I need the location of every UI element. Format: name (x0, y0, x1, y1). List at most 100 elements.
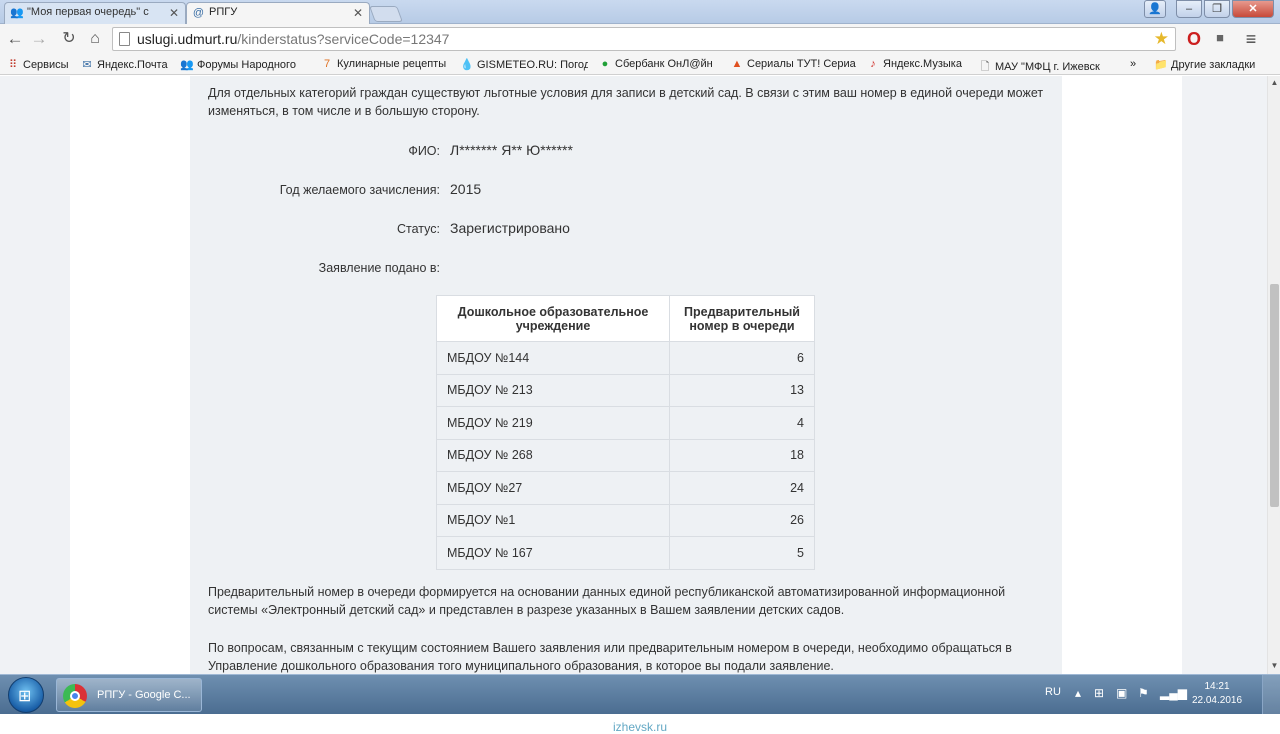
language-indicator[interactable]: RU (1045, 686, 1061, 698)
institution-cell: МБДОУ № 167 (436, 536, 670, 570)
more-bookmarks-button[interactable]: » (1130, 58, 1144, 70)
bookmark-yandex-music[interactable]: ♪ Яндекс.Музыка (866, 58, 970, 70)
close-icon[interactable]: ✕ (169, 6, 179, 20)
status-label: Статус: (397, 222, 440, 236)
page-viewport: Для отдельных категорий граждан существу… (0, 76, 1267, 674)
bookmark-serialy[interactable]: ▲ Сериалы ТУТ! Сериа (730, 58, 858, 70)
close-icon[interactable]: ✕ (353, 6, 363, 20)
status-row: Статус: Зарегистрировано (190, 220, 1062, 240)
url-host: uslugi.udmurt.ru (137, 31, 238, 47)
extension-icon[interactable]: ■ (1212, 30, 1228, 46)
vertical-scrollbar[interactable]: ▲ ▼ (1267, 76, 1280, 674)
back-button[interactable]: ← (4, 28, 26, 50)
bookmark-label: Сбербанк ОнЛ@йн (615, 58, 713, 70)
contact-text: По вопросам, связанным с текущим состоян… (208, 641, 1012, 673)
url-path: /kinderstatus?serviceCode=12347 (237, 31, 450, 47)
queue-number-cell: 13 (669, 373, 815, 407)
tab-title: "Моя первая очередь" с (27, 6, 149, 18)
menu-icon[interactable]: ≡ (1240, 28, 1262, 50)
close-window-button[interactable]: ✕ (1232, 0, 1274, 18)
table-row: МБДОУ № 219 4 (436, 406, 815, 440)
tab-rpgu[interactable]: @ РПГУ ✕ (186, 2, 370, 24)
music-icon: ♪ (870, 58, 876, 70)
page-icon (119, 32, 130, 46)
table-row: МБДОУ № 213 13 (436, 373, 815, 407)
year-label: Год желаемого зачисления: (279, 183, 440, 197)
maximize-button[interactable]: ❐ (1204, 0, 1230, 18)
sberbank-icon: ● (601, 58, 609, 70)
table-row: МБДОУ №1 26 (436, 503, 815, 537)
queue-table: Дошкольное образовательное учреждение Пр… (436, 295, 815, 570)
forward-button[interactable]: → (28, 28, 50, 50)
weather-drop-icon: 💧 (460, 59, 474, 71)
fio-label: ФИО: (408, 144, 440, 158)
chrome-icon (63, 684, 87, 708)
applied-label: Заявление подано в: (318, 261, 440, 275)
at-sign-icon: @ (192, 7, 205, 19)
other-bookmarks-folder[interactable]: 📁 Другие закладки (1154, 58, 1278, 71)
scroll-up-arrow-icon[interactable]: ▲ (1268, 78, 1280, 88)
page-icon: 🗋 (980, 61, 990, 73)
clock-time: 14:21 (1204, 681, 1230, 692)
tray-windows-icon[interactable]: ⊞ (1094, 686, 1104, 700)
institution-cell: МБДОУ №27 (436, 471, 670, 505)
tab-title: РПГУ (209, 6, 238, 18)
bookmark-recipes[interactable]: 7 Кулинарные рецепты (320, 58, 448, 70)
bookmark-yandex-mail[interactable]: ✉ Яндекс.Почта (80, 58, 172, 71)
user-profile-icon[interactable]: 👤 (1144, 0, 1166, 18)
address-bar[interactable]: uslugi.udmurt.ru/kinderstatus?serviceCod… (112, 27, 1176, 51)
scrollbar-thumb[interactable] (1270, 284, 1279, 507)
table-row: МБДОУ №27 24 (436, 471, 815, 505)
content-panel: Для отдельных категорий граждан существу… (190, 76, 1062, 674)
tray-clock[interactable]: 14:21 22.04.2016 (1188, 680, 1246, 708)
queue-number-cell: 26 (669, 503, 815, 537)
bookmark-mfc[interactable]: 🗋 МАУ "МФЦ г. Ижевск (978, 58, 1108, 77)
queue-number-cell: 4 (669, 406, 815, 440)
start-button[interactable]: ⊞ (8, 677, 44, 713)
bookmark-star-icon[interactable]: ★ (1154, 29, 1169, 49)
reload-button[interactable]: ↻ (58, 28, 80, 50)
bookmark-label: Другие закладки (1171, 59, 1256, 71)
new-tab-button[interactable] (369, 6, 403, 22)
queue-number-cell: 24 (669, 471, 815, 505)
bookmark-sberbank[interactable]: ● Сбербанк ОнЛ@йн (598, 58, 722, 70)
bookmark-label: GISMETEO.RU: Погод (477, 59, 588, 71)
queue-note-text: Предварительный номер в очереди формируе… (208, 585, 1006, 617)
bookmark-label: МАУ "МФЦ г. Ижевск (995, 61, 1100, 73)
scroll-down-arrow-icon[interactable]: ▼ (1268, 661, 1280, 671)
institution-cell: МБДОУ № 213 (436, 373, 670, 407)
table-header-row: Дошкольное образовательное учреждение Пр… (436, 295, 815, 342)
show-desktop-button[interactable] (1262, 675, 1280, 715)
minimize-button[interactable]: – (1176, 0, 1202, 18)
year-row: Год желаемого зачисления: 2015 (190, 181, 1062, 201)
queue-number-cell: 5 (669, 536, 815, 570)
tray-flag-icon[interactable]: ⚑ (1138, 686, 1149, 700)
mail-icon: ✉ (82, 59, 92, 71)
tab-strip: 👥 "Моя первая очередь" с ✕ @ РПГУ ✕ 👤 – … (0, 0, 1280, 24)
network-signal-icon[interactable]: ▂▄▆ (1160, 686, 1187, 700)
screen: 👥 "Моя первая очередь" с ✕ @ РПГУ ✕ 👤 – … (0, 0, 1280, 734)
bookmark-services[interactable]: ⠿ Сервисы (6, 58, 76, 71)
apps-grid-icon: ⠿ (8, 59, 18, 71)
cooking-icon: 7 (323, 58, 331, 70)
taskbar-item-chrome[interactable]: РПГУ - Google C... (56, 678, 202, 712)
url-text[interactable]: uslugi.udmurt.ru/kinderstatus?serviceCod… (137, 31, 449, 47)
windows-taskbar: ⊞ РПГУ - Google C... RU ▴ ⊞ ▣ ⚑ ▂▄▆ 14:2… (0, 674, 1280, 715)
bookmark-gismeteo[interactable]: 💧 GISMETEO.RU: Погод (460, 58, 588, 71)
queue-number-cell: 6 (669, 341, 815, 375)
tray-expand-icon[interactable]: ▴ (1075, 686, 1081, 700)
bookmark-label: Форумы Народного (197, 59, 296, 71)
bookmark-forums[interactable]: 👥 Форумы Народного (180, 58, 308, 71)
tray-device-icon[interactable]: ▣ (1116, 686, 1127, 700)
bookmark-label: Сервисы (23, 59, 69, 71)
table-row: МБДОУ №144 6 (436, 341, 815, 375)
watermark: izhevsk.ru (0, 714, 1280, 734)
tv-icon: ▲ (731, 58, 743, 70)
home-button[interactable]: ⌂ (84, 28, 106, 50)
queue-number-cell: 18 (669, 438, 815, 472)
opera-extension-icon[interactable]: O (1184, 28, 1204, 50)
tab-moya-pervaya-ochered[interactable]: 👥 "Моя первая очередь" с ✕ (4, 2, 186, 24)
people-icon: 👥 (180, 59, 194, 71)
bookmark-label: Сериалы ТУТ! Сериа (747, 58, 856, 70)
status-value: Зарегистрировано (450, 220, 570, 236)
